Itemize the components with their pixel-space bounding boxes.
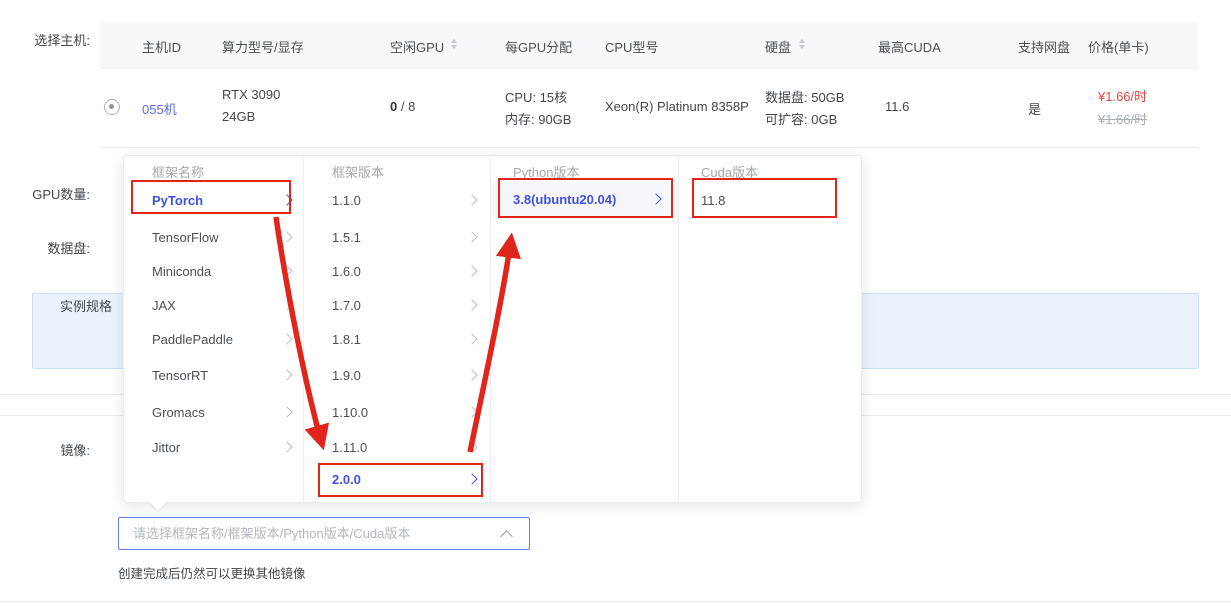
free-gpu-total: / 8 bbox=[397, 99, 415, 114]
cascader-item-miniconda[interactable]: Miniconda bbox=[124, 258, 303, 286]
chevron-right-icon bbox=[466, 194, 477, 205]
disk-expand-cell: 可扩容: 0GB bbox=[765, 109, 837, 128]
chevron-right-icon bbox=[281, 299, 292, 310]
cascader-item-v1-9-0[interactable]: 1.9.0 bbox=[304, 362, 490, 390]
cascader-item-v1-6-0[interactable]: 1.6.0 bbox=[304, 258, 490, 286]
table-row-divider bbox=[100, 147, 1198, 148]
cascader-header-cuda: Cuda版本 bbox=[701, 162, 758, 181]
caret-down-icon bbox=[799, 45, 805, 49]
gpu-model-line1: RTX 3090 bbox=[222, 87, 280, 102]
cascader-item-v1-8-1[interactable]: 1.8.1 bbox=[304, 326, 490, 354]
cascader-header-python: Python版本 bbox=[513, 162, 579, 181]
sort-icon[interactable] bbox=[799, 39, 805, 49]
image-label: 镜像: bbox=[0, 440, 90, 459]
price-current: ¥1.66/时 bbox=[1098, 86, 1147, 105]
chevron-right-icon bbox=[281, 406, 292, 417]
dropdown-notch bbox=[150, 502, 166, 511]
col-header-free-gpu: 空闲GPU bbox=[390, 37, 444, 56]
cascader-header-framework: 框架名称 bbox=[152, 162, 204, 181]
sort-icon[interactable] bbox=[451, 39, 457, 49]
cascader-item-jax[interactable]: JAX bbox=[124, 292, 303, 320]
cascader-item-v1-10-0[interactable]: 1.10.0 bbox=[304, 399, 490, 427]
gpu-instance-create-page: 选择主机: 主机ID 算力型号/显存 空闲GPU 每GPU分配 CPU型号 硬盘… bbox=[0, 0, 1231, 607]
col-header-host-id: 主机ID bbox=[142, 37, 181, 56]
chevron-right-icon bbox=[466, 231, 477, 242]
chevron-right-icon bbox=[281, 194, 292, 205]
cascader-item-cuda-11-8[interactable]: 11.8 bbox=[679, 187, 861, 215]
chevron-right-icon bbox=[281, 231, 292, 242]
chevron-right-icon bbox=[466, 406, 477, 417]
cascader-column-python: Python版本 3.8(ubuntu20.04) bbox=[491, 156, 679, 502]
cascader-column-version: 框架版本 1.1.0 1.5.1 1.6.0 1.7.0 1.8.1 1.9.0… bbox=[304, 156, 491, 502]
data-disk-label: 数据盘: bbox=[0, 238, 90, 257]
col-header-disk: 硬盘 bbox=[765, 37, 791, 56]
host-radio-selected[interactable] bbox=[104, 99, 120, 115]
caret-up-icon bbox=[799, 39, 805, 43]
cascader-item-python-3-8[interactable]: 3.8(ubuntu20.04) bbox=[491, 183, 678, 217]
cascader-item-tensorrt[interactable]: TensorRT bbox=[124, 362, 303, 390]
chevron-right-icon bbox=[281, 265, 292, 276]
gpu-model-line2: 24GB bbox=[222, 109, 255, 124]
col-header-model: 算力型号/显存 bbox=[222, 37, 304, 56]
chevron-right-icon bbox=[466, 299, 477, 310]
cascader-column-cuda: Cuda版本 11.8 bbox=[679, 156, 861, 502]
image-cascader-dropdown: 框架名称 PyTorch TensorFlow Miniconda JAX Pa… bbox=[123, 155, 862, 503]
chevron-right-icon bbox=[650, 193, 661, 204]
gpu-count-label: GPU数量: bbox=[0, 184, 90, 203]
image-select-placeholder: 请选择框架名称/框架版本/Python版本/Cuda版本 bbox=[133, 518, 410, 549]
chevron-right-icon bbox=[281, 441, 292, 452]
select-host-label: 选择主机: bbox=[0, 30, 90, 49]
col-header-per-gpu: 每GPU分配 bbox=[505, 37, 572, 56]
caret-up-icon bbox=[451, 39, 457, 43]
cascader-column-framework: 框架名称 PyTorch TensorFlow Miniconda JAX Pa… bbox=[124, 156, 304, 502]
cascader-item-paddlepaddle[interactable]: PaddlePaddle bbox=[124, 326, 303, 354]
cascader-item-pytorch[interactable]: PyTorch bbox=[124, 187, 303, 215]
chevron-right-icon bbox=[466, 369, 477, 380]
chevron-right-icon bbox=[466, 333, 477, 344]
cascader-header-version: 框架版本 bbox=[332, 162, 384, 181]
cascader-item-v1-1-0[interactable]: 1.1.0 bbox=[304, 187, 490, 215]
image-hint-text: 创建完成后仍然可以更换其他镜像 bbox=[118, 563, 306, 582]
col-header-price: 价格(单卡) bbox=[1088, 37, 1149, 56]
host-id-link[interactable]: 055机 bbox=[142, 99, 177, 118]
cascader-item-jittor[interactable]: Jittor bbox=[124, 434, 303, 462]
disk-data-cell: 数据盘: 50GB bbox=[765, 87, 844, 106]
per-gpu-mem: 内存: 90GB bbox=[505, 109, 571, 128]
image-select-input[interactable]: 请选择框架名称/框架版本/Python版本/Cuda版本 bbox=[118, 517, 530, 550]
per-gpu-cpu: CPU: 15核 bbox=[505, 87, 567, 106]
col-header-net-disk: 支持网盘 bbox=[1018, 37, 1070, 56]
instance-spec-label: 实例规格 bbox=[60, 296, 112, 315]
caret-down-icon bbox=[451, 45, 457, 49]
cascader-item-v2-0-0[interactable]: 2.0.0 bbox=[304, 466, 490, 494]
chevron-up-icon bbox=[500, 530, 513, 543]
cascader-item-v1-5-1[interactable]: 1.5.1 bbox=[304, 224, 490, 252]
chevron-right-icon bbox=[281, 369, 292, 380]
col-header-max-cuda: 最高CUDA bbox=[878, 37, 941, 56]
col-header-cpu: CPU型号 bbox=[605, 37, 658, 56]
cascader-item-v1-7-0[interactable]: 1.7.0 bbox=[304, 292, 490, 320]
price-original: ¥1.66/时 bbox=[1098, 109, 1147, 128]
cascader-item-tensorflow[interactable]: TensorFlow bbox=[124, 224, 303, 252]
net-disk-cell: 是 bbox=[1028, 99, 1041, 118]
max-cuda-cell: 11.6 bbox=[885, 99, 909, 114]
chevron-right-icon bbox=[466, 265, 477, 276]
cpu-model-cell: Xeon(R) Platinum 8358P bbox=[605, 99, 749, 114]
cascader-item-gromacs[interactable]: Gromacs bbox=[124, 399, 303, 427]
bottom-divider bbox=[0, 601, 1231, 602]
chevron-right-icon bbox=[281, 333, 292, 344]
cascader-item-v1-11-0[interactable]: 1.11.0 bbox=[304, 434, 490, 462]
chevron-right-icon bbox=[466, 441, 477, 452]
chevron-right-icon bbox=[466, 473, 477, 484]
free-gpu-cell: 0 / 8 bbox=[390, 99, 415, 114]
